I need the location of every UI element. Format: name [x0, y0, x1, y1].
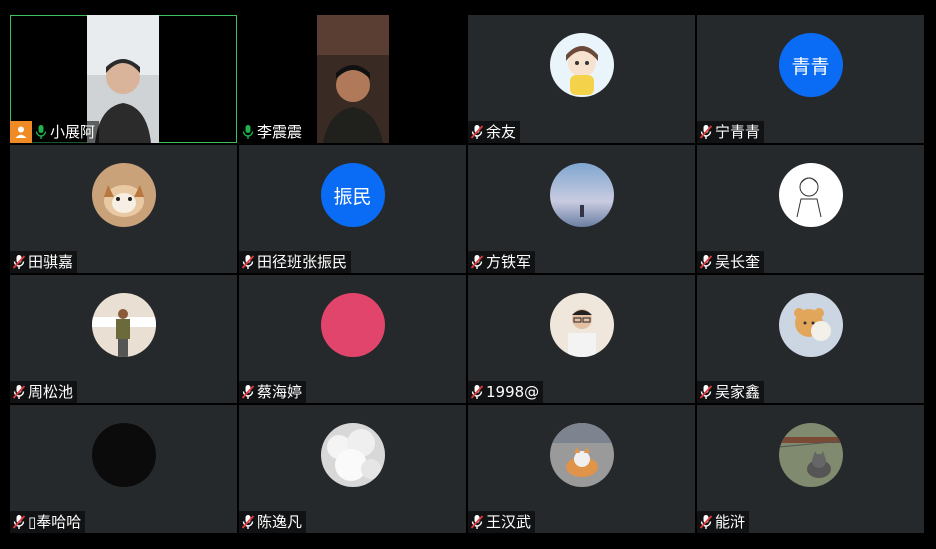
avatar: 振民 — [320, 163, 385, 227]
participant-label: 蔡海婷 — [239, 381, 307, 403]
mic-on-icon — [34, 124, 48, 140]
avatar — [549, 293, 614, 357]
participant-tile[interactable]: 陈逸凡 — [239, 405, 466, 533]
participant-tile[interactable]: 田骐嘉 — [10, 145, 237, 273]
avatar — [778, 163, 843, 227]
participant-name: 吴家鑫 — [715, 383, 761, 401]
participant-label: ▯ 奉哈哈 — [10, 511, 86, 533]
participant-label: 能浒 — [697, 511, 750, 533]
avatar — [320, 423, 385, 487]
participant-name: 方铁军 — [486, 253, 532, 271]
participant-label: 宁青青 — [697, 121, 765, 143]
avatar — [320, 293, 385, 357]
participant-label: 小展阿 — [10, 121, 100, 143]
avatar — [91, 163, 156, 227]
avatar — [778, 293, 843, 357]
participant-label: 余友 — [468, 121, 521, 143]
participant-name: 小展阿 — [50, 123, 96, 141]
mic-muted-icon — [241, 514, 255, 530]
avatar-initials: 青青 — [791, 55, 830, 78]
participant-name: 李震震 — [257, 123, 303, 141]
participant-name: 奉哈哈 — [36, 513, 82, 531]
mic-muted-icon — [241, 384, 255, 400]
mic-muted-icon — [241, 254, 255, 270]
mic-muted-icon — [470, 514, 484, 530]
mic-muted-icon — [12, 384, 26, 400]
mic-muted-icon — [699, 514, 713, 530]
avatar — [549, 163, 614, 227]
participant-name: 余友 — [486, 123, 517, 141]
mic-muted-icon — [699, 384, 713, 400]
mic-on-icon — [241, 124, 255, 140]
participant-name: 田骐嘉 — [28, 253, 74, 271]
participant-tile[interactable]: 振民田径班张振民 — [239, 145, 466, 273]
participant-name: 1998@ — [486, 383, 540, 401]
participant-tile[interactable]: ▯ 奉哈哈 — [10, 405, 237, 533]
mic-muted-icon — [12, 514, 26, 530]
mic-muted-icon — [470, 124, 484, 140]
participant-name: 田径班张振民 — [257, 253, 348, 271]
video-feed — [317, 15, 389, 143]
participant-tile[interactable]: 吴长奎 — [697, 145, 924, 273]
participant-name: 宁青青 — [715, 123, 761, 141]
participant-tile[interactable]: 青青宁青青 — [697, 15, 924, 143]
participant-tile[interactable]: 小展阿 — [10, 15, 237, 143]
participant-tile[interactable]: 李震震 — [239, 15, 466, 143]
participant-label: 方铁军 — [468, 251, 536, 273]
participant-tile[interactable]: 周松池 — [10, 275, 237, 403]
avatar — [91, 293, 156, 357]
participant-tile[interactable]: 蔡海婷 — [239, 275, 466, 403]
participant-name: 陈逸凡 — [257, 513, 303, 531]
participant-label: 李震震 — [239, 121, 307, 143]
host-icon — [10, 121, 32, 143]
avatar — [549, 423, 614, 487]
participant-label: 吴长奎 — [697, 251, 765, 273]
participant-tile[interactable]: 王汉武 — [468, 405, 695, 533]
participant-label: 陈逸凡 — [239, 511, 307, 533]
participant-tile[interactable]: 能浒 — [697, 405, 924, 533]
avatar — [549, 33, 614, 97]
mic-muted-icon — [12, 254, 26, 270]
participant-tile[interactable]: 吴家鑫 — [697, 275, 924, 403]
mic-muted-icon — [699, 254, 713, 270]
participant-name: 周松池 — [28, 383, 74, 401]
participant-grid: 小展阿 李震震 余友 青青 宁青青 田骐嘉 振民 田径班张振民 方铁军 吴长奎 周松池 蔡海婷 1998… — [10, 15, 924, 533]
participant-label: 田径班张振民 — [239, 251, 352, 273]
mic-muted-icon — [470, 384, 484, 400]
participant-name: 王汉武 — [486, 513, 532, 531]
avatar-initials: 振民 — [333, 185, 372, 208]
participant-label: 周松池 — [10, 381, 78, 403]
participant-label: 吴家鑫 — [697, 381, 765, 403]
participant-tile[interactable]: 方铁军 — [468, 145, 695, 273]
participant-label: 田骐嘉 — [10, 251, 78, 273]
avatar — [91, 423, 156, 487]
avatar: 青青 — [778, 33, 843, 97]
mic-muted-icon — [470, 254, 484, 270]
mic-muted-icon — [699, 124, 713, 140]
participant-tile[interactable]: 1998@ — [468, 275, 695, 403]
participant-name: 蔡海婷 — [257, 383, 303, 401]
participant-name-prefix: ▯ — [28, 513, 37, 531]
participant-name: 能浒 — [715, 513, 746, 531]
avatar — [778, 423, 843, 487]
participant-label: 1998@ — [468, 381, 544, 403]
participant-name: 吴长奎 — [715, 253, 761, 271]
participant-tile[interactable]: 余友 — [468, 15, 695, 143]
participant-label: 王汉武 — [468, 511, 536, 533]
